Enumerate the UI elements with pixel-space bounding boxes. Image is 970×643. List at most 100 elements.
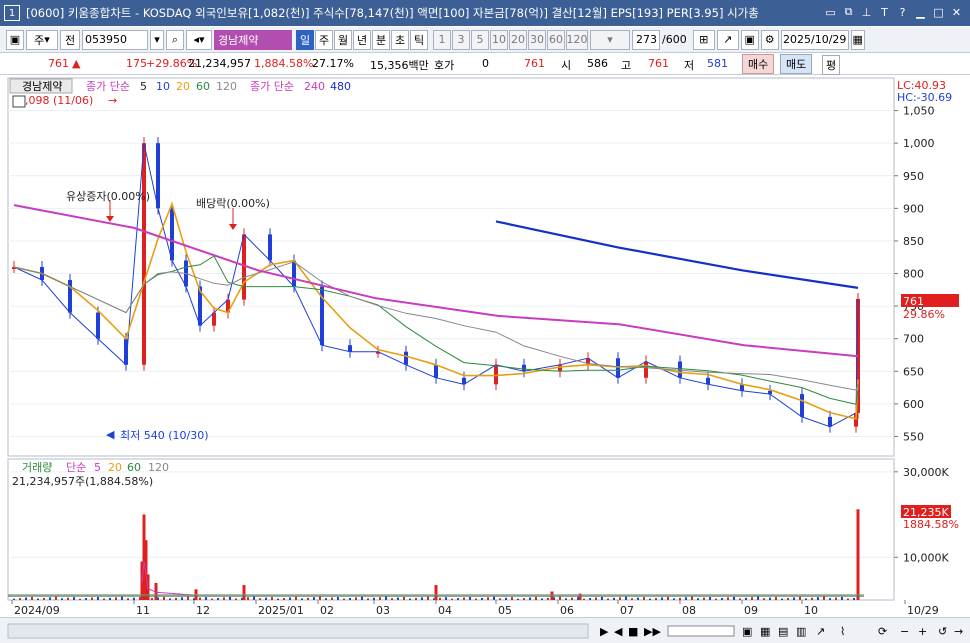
candle-icon[interactable]: ⊞ [692,29,715,50]
volume-bar [391,598,393,600]
volume-bar [793,597,795,600]
mode-select[interactable]: 주 ▾ [26,29,58,50]
volume-bar [43,597,45,600]
stop-icon[interactable]: ■ [628,625,638,638]
minimize-icon[interactable]: ▁ [913,4,928,20]
grid-icon[interactable]: ▤ [778,625,788,638]
expand-icon[interactable]: → [954,625,963,638]
stock-name-label[interactable]: 경남제약 [214,29,292,50]
volume-bar [115,597,117,600]
font-icon[interactable]: T [877,4,892,20]
layout-icon[interactable]: ▥ [796,625,806,638]
candle-body [644,361,648,378]
minute-tab-120[interactable]: 120 [566,29,588,50]
period-dropdown[interactable]: ▾ [590,29,630,50]
volume-bar [583,598,585,600]
scroll-track[interactable] [7,623,589,639]
volume-bar [709,597,711,600]
volume-bar [205,597,207,600]
minute-tab-3[interactable]: 3 [452,29,470,50]
volume-bar [457,598,459,600]
close-icon[interactable]: ✕ [949,4,964,20]
x-tick-label: 05 [498,604,512,617]
volume-bar [373,597,375,600]
draw-tool-icon[interactable]: ↗ [816,625,825,638]
minute-tab-30[interactable]: 30 [528,29,546,50]
sell-button[interactable]: 매도 [780,54,813,74]
chart-area[interactable]: 1,0501,000950900850800750700650600550 30… [0,76,970,617]
candle-body [348,345,352,352]
refresh-icon[interactable]: ⟳ [878,625,887,638]
period-tabs: 일주월년분초틱 [296,29,428,50]
chart-type-icon[interactable]: ⌇ [840,625,845,638]
volume-bar [307,597,309,600]
volume-bar [715,598,717,600]
candle-body [800,394,804,417]
layout-icon[interactable]: ▣ [6,29,24,50]
period-tab-2[interactable]: 월 [334,29,352,50]
candle-body [142,143,146,365]
search-icon[interactable]: ⌕ [166,29,184,50]
code-dropdown-icon[interactable]: ▾ [150,29,164,50]
window-number-badge: 1 [4,5,20,21]
high-label: 고 [621,59,632,72]
pin-icon[interactable]: ⊥ [859,4,874,20]
period-tab-5[interactable]: 초 [391,29,409,50]
play-back-icon[interactable]: ◀ [614,625,623,638]
tile-icon[interactable]: ⧉ [841,4,856,20]
volume-tick-label: 30,000K [903,466,949,479]
minute-tab-1[interactable]: 1 [433,29,451,50]
volume-bar [613,597,615,600]
period-tab-3[interactable]: 년 [353,29,371,50]
period-tab-6[interactable]: 틱 [410,29,428,50]
volume-bar [511,597,513,600]
volume-bar [277,598,279,600]
minute-tab-20[interactable]: 20 [509,29,527,50]
hoga-label: 호가 [434,59,455,72]
volume-bar [691,596,693,600]
volume-bar [739,598,741,600]
volume-bar [589,598,591,600]
candle-body [828,416,832,427]
price-tick-label: 950 [903,170,924,183]
zoom-out-icon[interactable]: − [900,625,909,638]
count-input[interactable]: 273 [632,29,660,50]
calendar-icon[interactable]: ▦ [850,29,865,50]
period-tab-4[interactable]: 분 [372,29,390,50]
zoom-slider[interactable] [667,625,735,637]
help-icon[interactable]: ? [895,4,910,20]
volume-bar [565,598,567,600]
volume-bar [607,598,609,600]
restore-icon[interactable]: ▭ [823,4,838,20]
buy-button[interactable]: 매수 [742,54,775,74]
view-icon[interactable]: ▣ [742,625,752,638]
date-input[interactable]: 2025/10/29 [780,29,849,50]
zoom-in-icon[interactable]: + [918,625,927,638]
eval-button[interactable]: 평 [822,55,841,75]
volume-bar [229,596,231,600]
reset-icon[interactable]: ↺ [938,625,947,638]
draw-icon[interactable]: ↗ [716,29,739,50]
period-tab-1[interactable]: 주 [315,29,333,50]
calendar-small-icon[interactable] [12,95,26,108]
compare-icon[interactable]: ▦ [760,625,770,638]
period-tab-0[interactable]: 일 [296,29,314,50]
stock-code-input[interactable]: 053950 [82,29,148,50]
sound-icon[interactable]: ◂▾ [186,29,212,50]
minute-tab-10[interactable]: 10 [490,29,508,50]
prefix-button[interactable]: 전 [60,29,80,50]
low-price: 581 [707,57,728,70]
maximize-icon[interactable]: □ [931,4,946,20]
x-tick-label: 2024/09 [14,604,60,617]
x-tick-label: 11 [136,604,150,617]
minute-tab-5[interactable]: 5 [471,29,489,50]
fast-forward-icon[interactable]: ▶▶ [644,625,661,638]
scroll-left-icon[interactable]: ▶ [600,625,609,638]
candle-body [678,361,682,378]
volume-bar [487,597,489,600]
volume-bar [253,596,255,600]
minute-tab-60[interactable]: 60 [547,29,565,50]
save-icon[interactable]: ▣ [740,29,759,50]
settings-icon[interactable]: ⚙ [760,29,779,50]
candle-body [170,208,174,261]
